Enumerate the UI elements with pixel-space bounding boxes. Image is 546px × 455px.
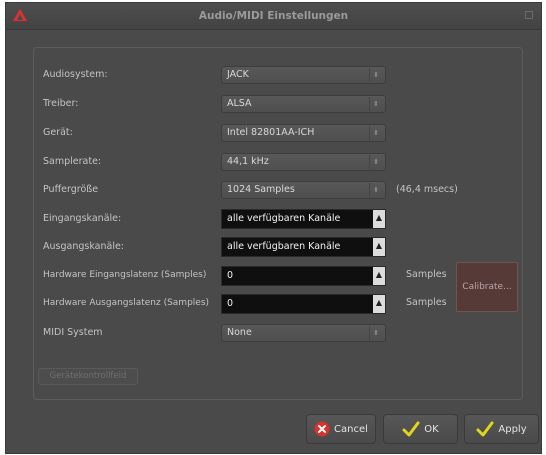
audiosystem-combo[interactable]: JACK ⬍	[221, 66, 386, 84]
hw-out-value: 0	[227, 298, 234, 309]
eingang-label: Eingangskanäle:	[43, 213, 122, 224]
combo-arrows-icon: ⬍	[369, 126, 382, 140]
calibrate-button[interactable]: Calibrate...	[456, 262, 518, 312]
hw-out-label: Hardware Ausgangslatenz (Samples)	[43, 298, 210, 308]
ok-label: OK	[424, 423, 439, 435]
audiosystem-value: JACK	[227, 69, 249, 80]
spin-up-icon[interactable]: ▲	[373, 238, 385, 256]
treiber-combo[interactable]: ALSA ⬍	[221, 95, 386, 113]
treiber-label: Treiber:	[43, 98, 79, 109]
hw-in-value: 0	[227, 270, 234, 281]
puffer-label: Puffergröße	[43, 184, 99, 195]
geraet-value: Intel 82801AA-ICH	[227, 127, 315, 138]
hw-in-label: Hardware Eingangslatenz (Samples)	[43, 270, 207, 280]
samplerate-combo[interactable]: 44,1 kHz ⬍	[221, 153, 386, 171]
checkmark-icon	[476, 421, 494, 437]
midi-value: None	[227, 327, 252, 338]
geraet-combo[interactable]: Intel 82801AA-ICH ⬍	[221, 124, 386, 142]
midi-label: MIDI System	[43, 327, 103, 338]
device-control-panel-button[interactable]: Gerätekontrollfeld	[38, 368, 138, 385]
cancel-label: Cancel	[334, 423, 368, 435]
spin-up-icon[interactable]: ▲	[373, 267, 385, 285]
title-bar[interactable]: Audio/MIDI Einstellungen	[6, 3, 541, 30]
hw-out-spinbox[interactable]: 0 ▲	[221, 294, 386, 314]
hw-in-unit: Samples	[406, 269, 447, 280]
puffer-combo[interactable]: 1024 Samples ⬍	[221, 181, 386, 199]
eingang-selector[interactable]: alle verfügbaren Kanäle ▲	[221, 209, 386, 229]
ausgang-label: Ausgangskanäle:	[43, 241, 125, 252]
combo-arrows-icon: ⬍	[369, 97, 382, 111]
hw-in-spinbox[interactable]: 0 ▲	[221, 266, 386, 286]
spin-up-icon[interactable]: ▲	[373, 210, 385, 228]
samplerate-label: Samplerate:	[43, 156, 102, 167]
treiber-value: ALSA	[227, 98, 252, 109]
geraet-label: Gerät:	[43, 127, 73, 138]
midi-combo[interactable]: None ⬍	[221, 324, 386, 342]
puffer-value: 1024 Samples	[227, 184, 295, 195]
combo-arrows-icon: ⬍	[369, 183, 382, 197]
samplerate-value: 44,1 kHz	[227, 156, 269, 167]
checkmark-icon	[402, 421, 420, 437]
combo-arrows-icon: ⬍	[369, 326, 382, 340]
apply-button[interactable]: Apply	[464, 414, 539, 444]
ausgang-selector[interactable]: alle verfügbaren Kanäle ▲	[221, 237, 386, 257]
puffer-latency-note: (46,4 msecs)	[396, 184, 458, 195]
maximize-icon[interactable]	[525, 11, 533, 19]
spin-up-icon[interactable]: ▲	[373, 295, 385, 313]
combo-arrows-icon: ⬍	[369, 155, 382, 169]
window-title: Audio/MIDI Einstellungen	[198, 10, 349, 22]
ausgang-value: alle verfügbaren Kanäle	[227, 241, 341, 252]
cancel-icon	[314, 421, 330, 437]
apply-label: Apply	[498, 423, 527, 435]
audiosystem-label: Audiosystem:	[43, 69, 108, 80]
ok-button[interactable]: OK	[383, 414, 458, 444]
eingang-value: alle verfügbaren Kanäle	[227, 213, 341, 224]
cancel-button[interactable]: Cancel	[306, 414, 376, 444]
combo-arrows-icon: ⬍	[369, 68, 382, 82]
hw-out-unit: Samples	[406, 297, 447, 308]
